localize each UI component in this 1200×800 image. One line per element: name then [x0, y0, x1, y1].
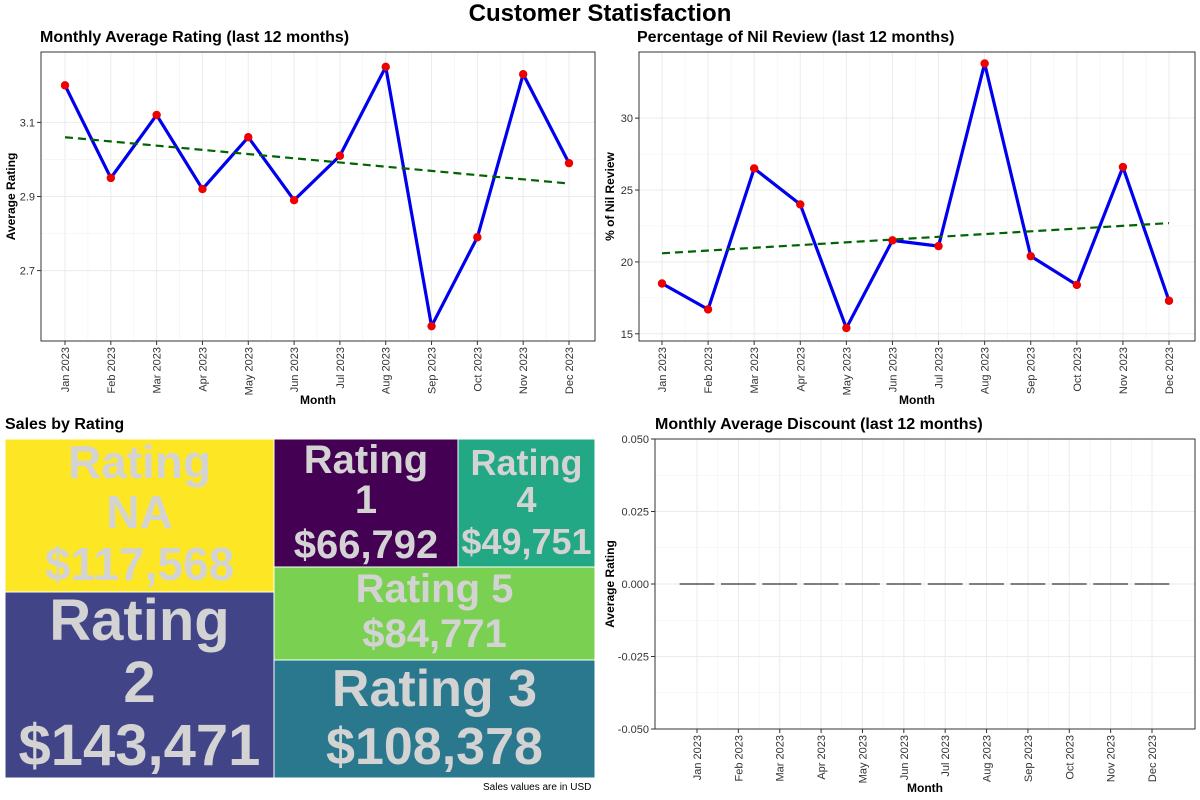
x-tick-label: Oct 2023: [1064, 735, 1076, 780]
x-tick-label: Feb 2023: [733, 735, 745, 781]
y-tick-label: -0.025: [618, 652, 649, 664]
x-tick-label: Aug 2023: [982, 735, 994, 782]
y-axis-title: Average Rating: [603, 540, 617, 628]
x-tick-label: Nov 2023: [1106, 735, 1118, 782]
x-tick-label: Jul 2023: [940, 735, 952, 777]
y-tick-label: 0.050: [621, 434, 649, 446]
discount-line-chart: -0.050 -0.025 0.000 0.025 0.050 Jan 2023 Feb 2…: [603, 434, 1196, 795]
x-axis-title: Month: [907, 781, 943, 795]
x-tick-label: Jan 2023: [692, 735, 704, 780]
x-tick-label: Mar 2023: [775, 735, 787, 781]
y-tick-label: 0.025: [621, 507, 649, 519]
x-tick-label: Sep 2023: [1023, 735, 1035, 782]
y-tick-label: 0.000: [621, 579, 649, 591]
x-tick-label: Jun 2023: [899, 735, 911, 780]
sales-units-note: Sales values are in USD: [483, 782, 592, 793]
x-tick-label: Apr 2023: [816, 735, 828, 780]
y-tick-label: -0.050: [618, 724, 649, 736]
x-tick-label: May 2023: [857, 735, 869, 783]
x-tick-label: Dec 2023: [1147, 735, 1159, 782]
